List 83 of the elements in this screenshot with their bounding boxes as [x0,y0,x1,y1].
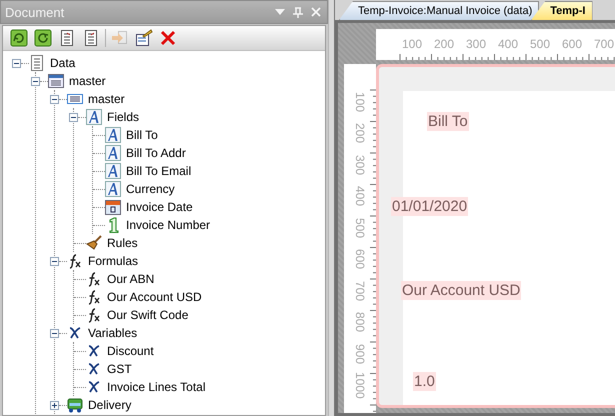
text-field-icon [105,163,121,179]
tree-item[interactable]: Invoice Number [126,218,210,232]
tree-item[interactable]: Variables [88,326,138,340]
splitter[interactable] [328,0,335,416]
report-field[interactable]: 01/01/2020 [391,197,468,216]
collapse-button[interactable] [50,94,59,104]
text-field-icon [105,181,121,197]
variable-icon [67,325,83,341]
arrow-icon [111,29,129,47]
refresh-icon [10,29,28,47]
variable-icon [86,343,102,359]
ruler-number: 100 [353,90,367,114]
formula-icon [86,271,102,287]
ruler-number: 500 [528,37,552,51]
document-icon [82,29,100,47]
ruler-number: 500 [353,216,367,240]
tree-item[interactable]: Discount [107,344,154,358]
report-field[interactable]: Bill To [427,112,469,131]
ruler-number: 300 [464,37,488,51]
refresh-icon [34,29,52,47]
formula-icon [67,253,83,269]
ruler-number: 200 [432,37,456,51]
tree-item[interactable]: Formulas [88,254,138,268]
page-icon [29,55,45,71]
tree-item[interactable]: Data [50,56,76,70]
tree-item[interactable]: Bill To [126,128,158,142]
tree-item[interactable]: Currency [126,182,175,196]
ruler-number: 400 [496,37,520,51]
tree-item[interactable]: Bill To Email [126,164,192,178]
formula-icon [86,289,102,305]
tree-item[interactable]: GST [107,362,132,376]
tree-item[interactable]: Delivery [88,398,132,412]
list-icon [67,91,83,107]
delete-icon [159,29,177,47]
tree-item[interactable]: Invoice Lines Total [107,380,206,394]
collapse-button[interactable] [50,328,59,338]
ruler-number: 700 [353,280,367,303]
tree-item[interactable]: Our ABN [107,272,154,286]
tree-item[interactable]: Our Account USD [107,290,202,304]
toolbar-button[interactable] [134,28,154,48]
report-field[interactable]: 1.0 [413,372,436,391]
ruler-number: 400 [353,185,367,208]
document-tab[interactable]: Temp-Invoice:Manual Invoice (data) [339,1,540,20]
variable-icon [86,361,102,377]
tree-item[interactable]: master [88,92,125,106]
document-tab[interactable]: Temp-I [531,1,592,20]
tree-item[interactable]: Our Swift Code [107,308,188,322]
tree-item[interactable]: Invoice Date [126,200,193,214]
toolbar-button[interactable] [9,28,29,48]
tree-item[interactable]: Fields [107,110,140,124]
ruler-number: 200 [353,122,367,146]
tree-item[interactable]: Rules [107,236,138,250]
collapse-button[interactable] [50,256,59,266]
ruler-number: 600 [353,248,367,272]
document-icon [58,29,76,47]
text-field-icon [86,109,102,125]
collapse-button[interactable] [12,58,21,68]
ruler-number: 1000 [353,370,367,401]
text-field-icon [105,145,121,161]
expand-button[interactable] [50,400,59,410]
ruler-number: 600 [560,37,584,51]
ruler-number: 900 [353,342,367,366]
text-field-icon [105,127,121,143]
collapse-button[interactable] [31,76,40,86]
toolbar-button[interactable] [33,28,53,48]
ruler-number: 800 [353,311,367,334]
tree-item[interactable]: Bill To Addr [126,146,186,160]
ruler-number: 100 [400,37,424,51]
ruler-number: 700 [592,37,615,51]
calendar-icon [105,199,121,215]
report-field[interactable]: Our Account USD [401,281,522,300]
ruler-number: 300 [353,154,367,177]
variable-icon [86,379,102,395]
edit-icon [135,29,153,47]
panel-title: Document [5,4,66,20]
formula-icon [86,307,102,323]
brush-icon [86,235,102,251]
van-icon [67,397,83,413]
tree-item[interactable]: master [69,74,106,88]
table-icon [48,73,64,89]
plus-icon [51,402,58,408]
toolbar-button[interactable] [158,28,178,48]
collapse-button[interactable] [69,112,78,122]
